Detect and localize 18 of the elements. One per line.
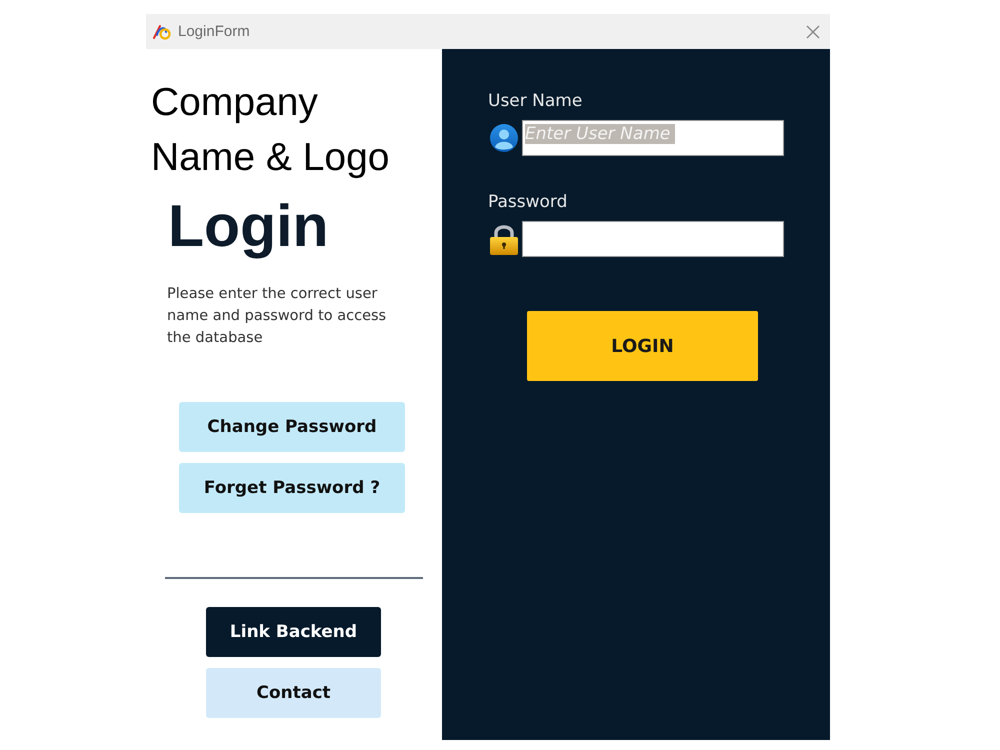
user-avatar-icon: [490, 124, 518, 152]
link-backend-button[interactable]: Link Backend: [206, 607, 381, 657]
field-label: User Name: [488, 91, 582, 111]
username-field[interactable]: Enter User Name: [522, 120, 784, 156]
password-action-button[interactable]: Change Password: [179, 402, 405, 452]
login-description: Please enter the correct user name and password to access the database: [167, 285, 388, 348]
field-label: Password: [488, 192, 568, 212]
login-button[interactable]: LOGIN: [527, 311, 758, 381]
password-action-button[interactable]: Forget Password ?: [179, 463, 405, 513]
close-icon[interactable]: [804, 22, 822, 40]
password-field[interactable]: [522, 221, 784, 257]
contact-button[interactable]: Contact: [206, 668, 381, 718]
company-name-text: Company: [150, 80, 318, 126]
window-title: LoginForm: [178, 23, 251, 40]
padlock-icon: [488, 223, 518, 255]
logo-icon: [152, 22, 172, 40]
login-heading: Login: [168, 193, 329, 259]
company-name-text: Name & Logo: [150, 135, 390, 181]
